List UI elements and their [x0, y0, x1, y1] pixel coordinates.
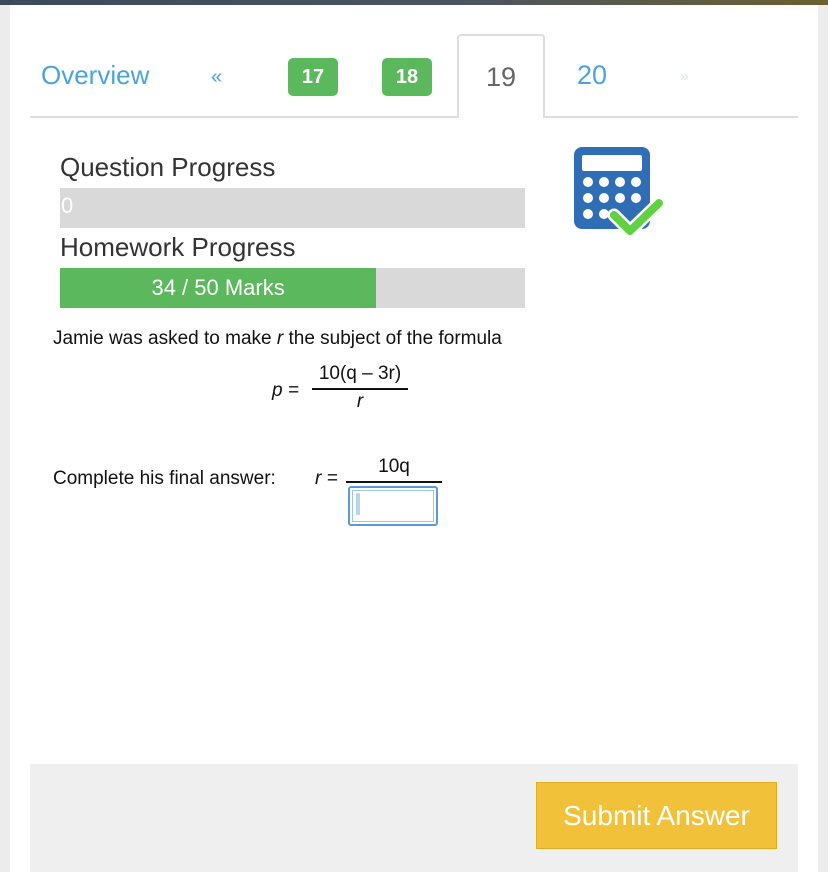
answer-numerator: 10q [378, 456, 410, 477]
question-progress-value: 0 [61, 193, 74, 218]
tabs-divider [30, 116, 798, 118]
tab-overview[interactable]: Overview [41, 60, 149, 91]
formula-fraction: 10(q – 3r) r [312, 363, 408, 413]
footer-bar: Submit Answer [30, 764, 798, 872]
tab-question-20[interactable]: 20 [577, 60, 607, 91]
homework-progress-bar: 34 / 50 Marks [60, 268, 525, 308]
homework-progress-label: Homework Progress [60, 232, 296, 262]
formula-denominator: r [356, 391, 364, 412]
submit-answer-button[interactable]: Submit Answer [536, 782, 777, 849]
homework-progress-fill: 34 / 50 Marks [60, 268, 377, 308]
tab-prev-arrow[interactable]: « [211, 66, 222, 89]
formula-numerator: 10(q – 3r) [318, 363, 402, 384]
tab-question-18[interactable]: 18 [382, 58, 432, 96]
tab-question-19-active[interactable]: 19 [457, 34, 545, 118]
formula-lhs: p = [272, 380, 299, 401]
answer-fraction: 10q [346, 456, 442, 483]
question-text: Jamie was asked to make r the subject of… [53, 328, 502, 350]
question-text-suffix: the subject of the formula [283, 328, 502, 349]
answer-denominator-input[interactable] [348, 486, 438, 526]
question-progress-bar: 0 [60, 188, 525, 228]
answer-prompt: Complete his final answer: [53, 468, 276, 489]
answer-lhs: r = [315, 468, 338, 489]
question-progress-label: Question Progress [60, 152, 276, 182]
tab-next-arrow[interactable]: » [680, 68, 689, 86]
answer-fraction-line [346, 481, 442, 483]
calculator-check-icon [574, 147, 666, 239]
question-text-prefix: Jamie was asked to make [53, 328, 277, 349]
tab-question-17[interactable]: 17 [288, 58, 338, 96]
homework-card: Overview « 17 18 19 20 » Question Progre… [10, 5, 818, 872]
